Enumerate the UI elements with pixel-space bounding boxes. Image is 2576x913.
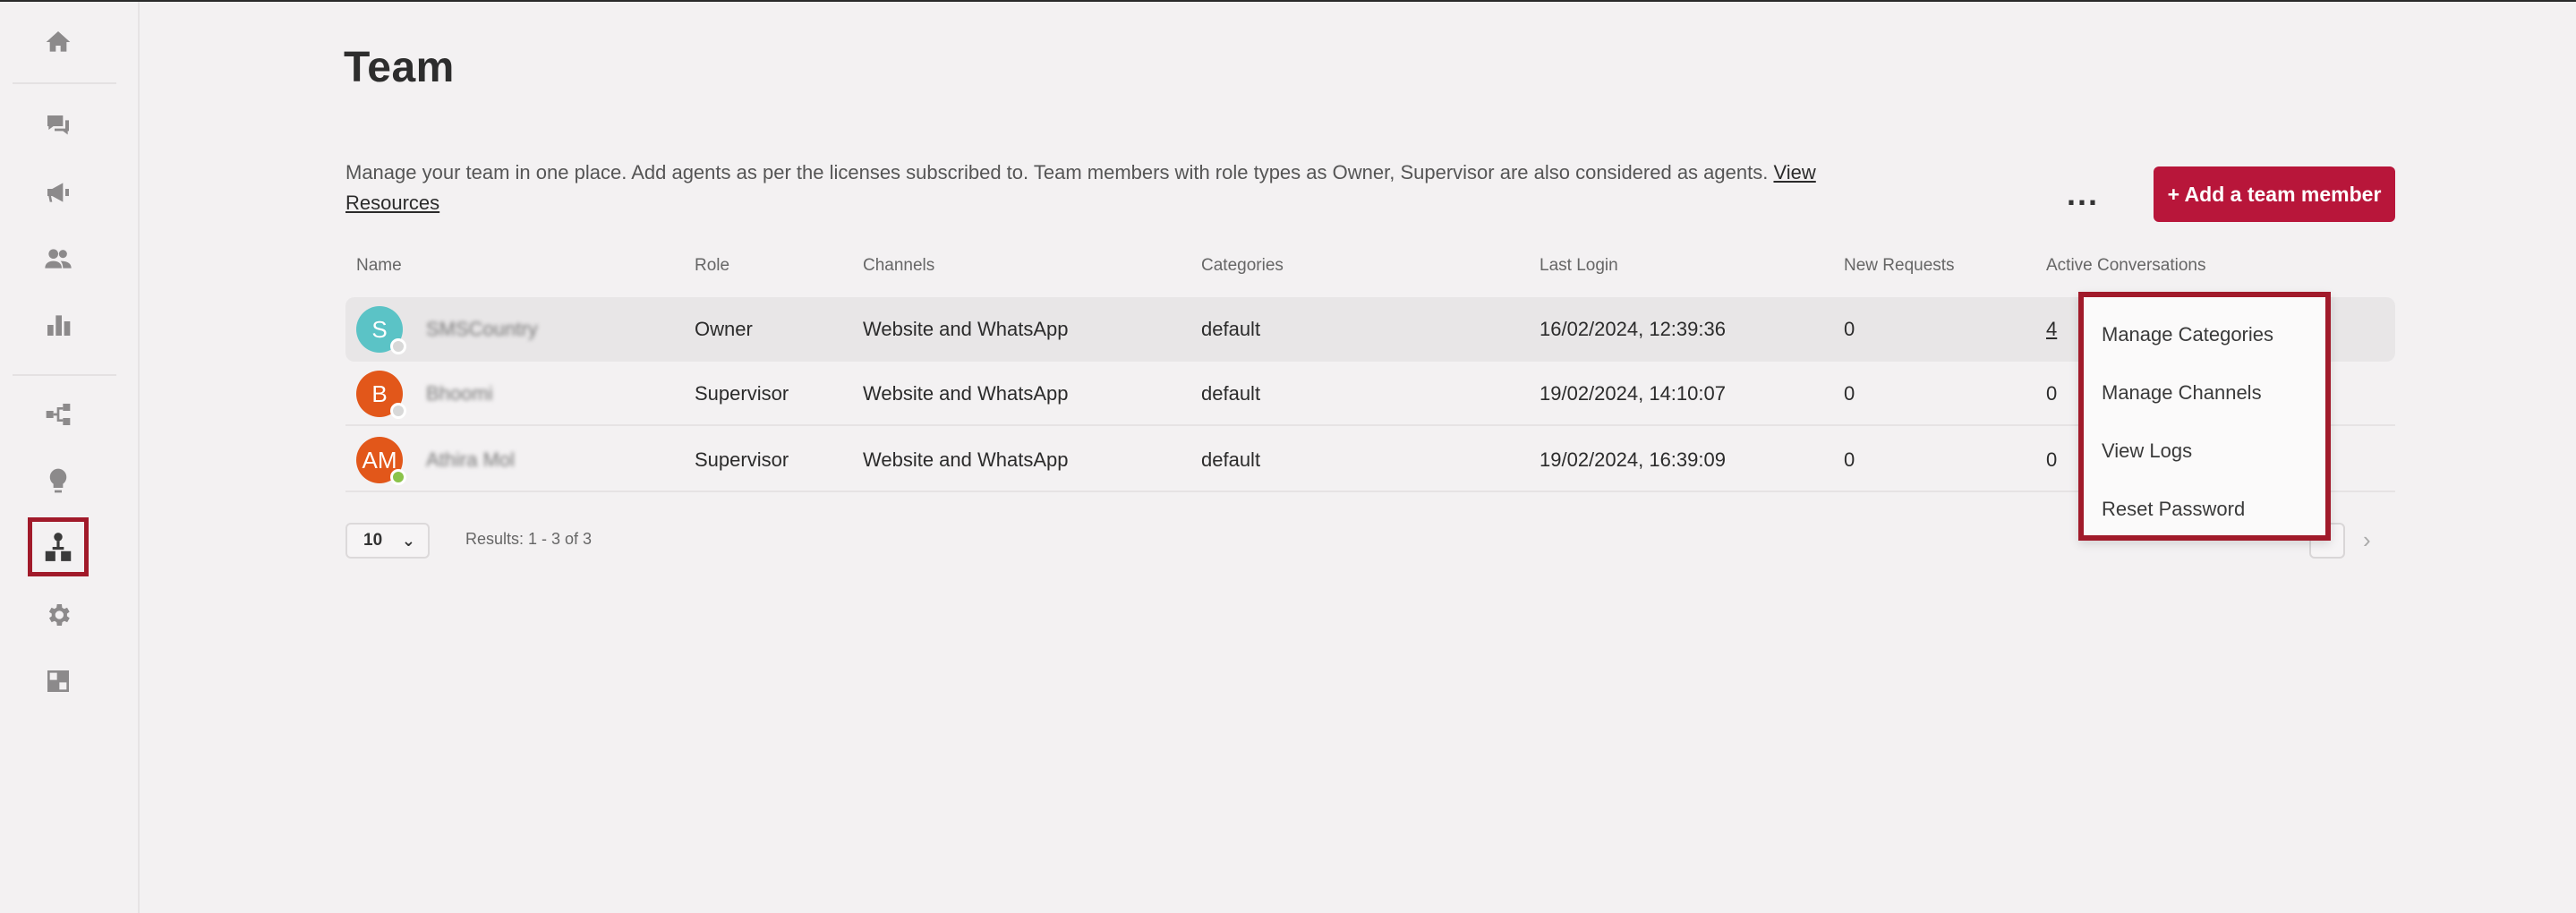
analytics-icon — [47, 315, 71, 336]
member-new-requests: 0 — [1844, 382, 1855, 405]
flows-icon — [46, 404, 71, 425]
menu-item-reset-password[interactable]: Reset Password — [2102, 491, 2245, 527]
member-channels: Website and WhatsApp — [863, 382, 1069, 405]
column-header-new-requests[interactable]: New Requests — [1844, 256, 1955, 276]
sidebar-item-integrations[interactable] — [0, 648, 116, 714]
page-description: Manage your team in one place. Add agent… — [345, 158, 1831, 218]
chevron-down-icon: ⌄ — [401, 532, 415, 550]
member-categories: default — [1201, 318, 1261, 340]
page-title: Team — [344, 44, 455, 91]
sidebar-item-campaigns[interactable] — [0, 159, 116, 226]
column-header-last-login[interactable]: Last Login — [1540, 256, 1618, 276]
column-header-categories[interactable]: Categories — [1201, 256, 1284, 276]
member-role: Owner — [695, 318, 753, 340]
more-options-button[interactable]: ... — [2062, 175, 2103, 213]
menu-item-manage-categories[interactable]: Manage Categories — [2102, 317, 2273, 353]
column-header-role[interactable]: Role — [695, 256, 729, 276]
team-icon — [45, 533, 72, 561]
description-text: Manage your team in one place. Add agent… — [345, 161, 1769, 183]
member-new-requests: 0 — [1844, 448, 1855, 471]
contacts-icon — [45, 249, 72, 269]
member-active-conversations[interactable]: 4 — [2046, 297, 2057, 362]
member-channels: Website and WhatsApp — [863, 318, 1069, 340]
sidebar-item-settings[interactable] — [0, 582, 116, 648]
member-last-login: 19/02/2024, 16:39:09 — [1540, 448, 1726, 471]
sidebar-item-insights[interactable] — [0, 448, 116, 514]
sidebar-item-conversations[interactable] — [0, 93, 116, 159]
column-header-channels[interactable]: Channels — [863, 256, 934, 276]
megaphone-icon — [47, 183, 69, 202]
member-active-conversations: 0 — [2046, 448, 2058, 471]
member-name[interactable]: Bhoomi — [426, 362, 493, 426]
top-border — [0, 0, 2576, 2]
sidebar-divider — [13, 374, 116, 376]
member-channels: Website and WhatsApp — [863, 448, 1069, 471]
sidebar-divider — [13, 82, 116, 84]
home-icon — [46, 31, 71, 52]
member-new-requests: 0 — [1844, 318, 1855, 340]
member-name[interactable]: SMSCountry — [426, 297, 538, 362]
row-actions-menu: Manage Categories Manage Channels View L… — [2078, 292, 2331, 541]
member-role: Supervisor — [695, 382, 789, 405]
table-header: Name Role Channels Categories Last Login… — [345, 256, 2395, 288]
conversations-icon — [47, 115, 69, 135]
integrations-icon — [47, 670, 69, 692]
member-last-login: 19/02/2024, 14:10:07 — [1540, 382, 1726, 405]
chevron-right-icon[interactable]: › — [2363, 526, 2371, 554]
rows-per-page-value: 10 — [363, 531, 383, 550]
rows-per-page-select[interactable]: 10 ⌄ — [345, 523, 430, 559]
sidebar-item-flows[interactable] — [0, 381, 116, 448]
sidebar-item-analytics[interactable] — [0, 292, 116, 358]
sidebar-item-team[interactable] — [28, 517, 89, 576]
lightbulb-icon — [49, 468, 67, 493]
member-active-conversations: 0 — [2046, 382, 2058, 405]
status-indicator — [390, 338, 406, 354]
member-role: Supervisor — [695, 448, 789, 471]
menu-item-view-logs[interactable]: View Logs — [2102, 433, 2192, 469]
gear-icon — [48, 604, 70, 626]
sidebar — [0, 2, 140, 913]
status-indicator — [390, 469, 406, 485]
add-team-member-button[interactable]: + Add a team member — [2154, 166, 2395, 222]
member-categories: default — [1201, 382, 1261, 405]
menu-item-manage-channels[interactable]: Manage Channels — [2102, 375, 2262, 411]
sidebar-item-contacts[interactable] — [0, 226, 116, 292]
sidebar-item-home[interactable] — [0, 9, 116, 75]
column-header-name[interactable]: Name — [356, 256, 402, 276]
member-name[interactable]: Athira Mol — [426, 428, 515, 492]
member-categories: default — [1201, 448, 1261, 471]
member-last-login: 16/02/2024, 12:39:36 — [1540, 318, 1726, 340]
column-header-active-conversations[interactable]: Active Conversations — [2046, 256, 2205, 276]
results-count: Results: 1 - 3 of 3 — [465, 530, 593, 548]
status-indicator — [390, 403, 406, 419]
